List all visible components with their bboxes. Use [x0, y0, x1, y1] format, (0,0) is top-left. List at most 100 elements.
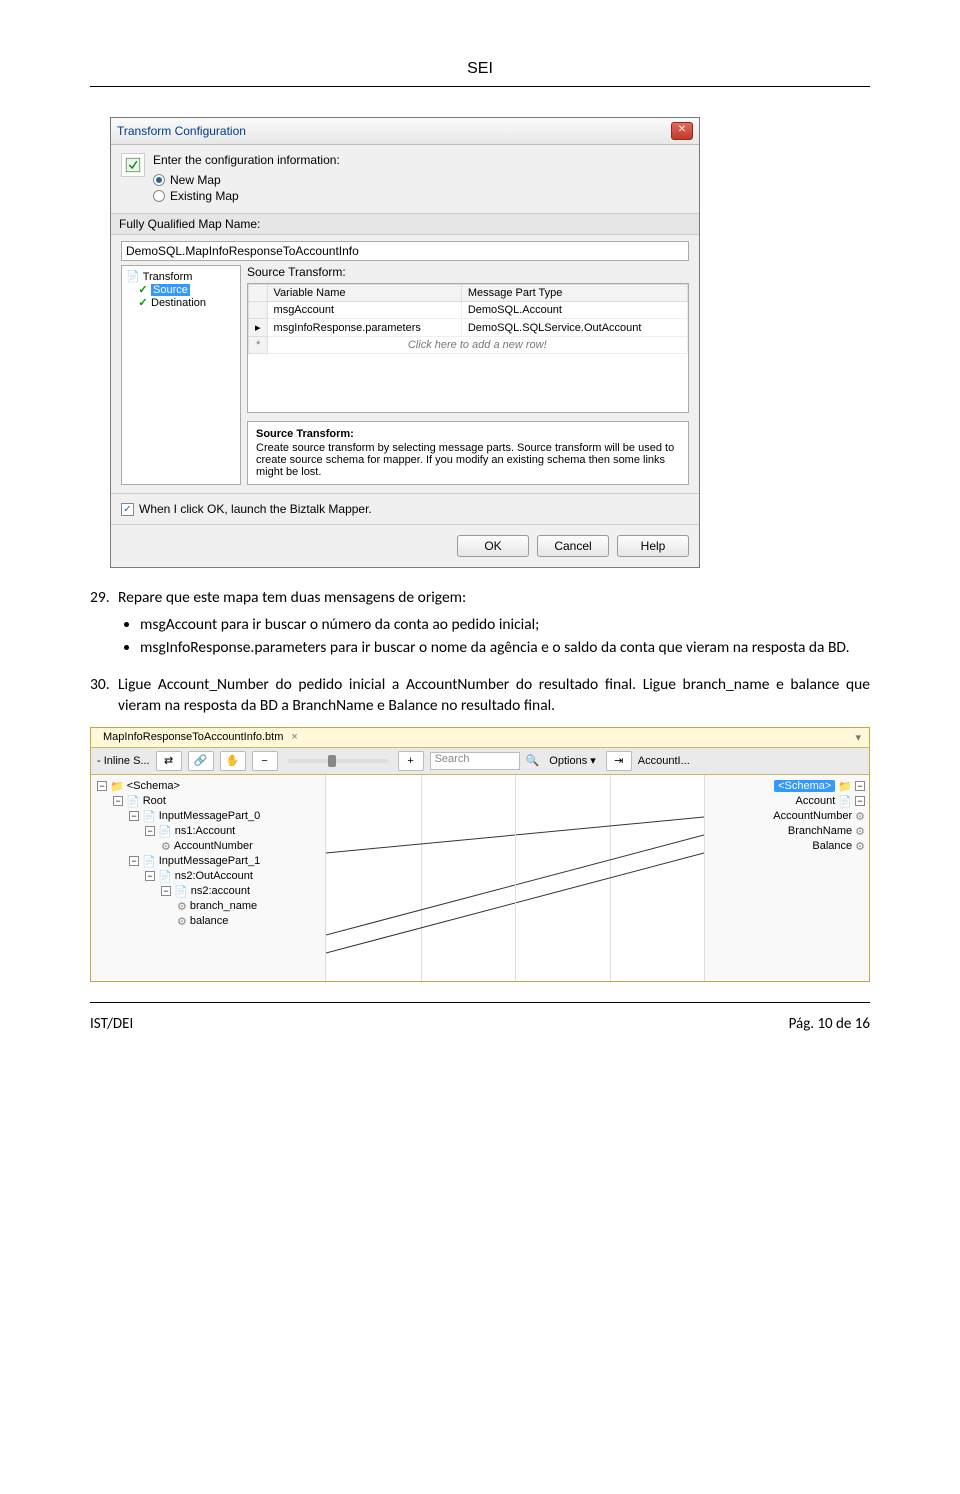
- attr-icon: ⚙: [161, 840, 171, 853]
- inline-label: - Inline S...: [97, 755, 150, 767]
- checkbox-label: When I click OK, launch the Biztalk Mapp…: [139, 502, 372, 516]
- source-transform-description: Source Transform: Create source transfor…: [247, 421, 689, 485]
- item-29-text: Repare que este mapa tem duas mensagens …: [118, 588, 466, 609]
- checkbox-icon: ✓: [121, 503, 134, 516]
- branchname-node[interactable]: branch_name: [190, 900, 257, 912]
- dialog-titlebar: Transform Configuration ✕: [111, 118, 699, 145]
- check-icon: ✓: [138, 296, 148, 309]
- search-icon[interactable]: 🔍: [526, 754, 540, 767]
- transform-icon: [121, 153, 145, 177]
- dropdown-icon[interactable]: ▾: [855, 731, 861, 744]
- balance-node[interactable]: Balance: [812, 840, 852, 852]
- doc-icon: 📄: [142, 855, 156, 868]
- transform-tree[interactable]: 📄Transform ✓Source ✓Destination: [121, 265, 241, 485]
- ns2outaccount-node: ns2:OutAccount: [175, 870, 253, 882]
- schema-node: <Schema>: [127, 780, 180, 792]
- desc-text: Create source transform by selecting mes…: [256, 442, 674, 478]
- doc-icon: 📄: [158, 825, 172, 838]
- help-button[interactable]: Help: [617, 535, 689, 557]
- balance-node[interactable]: balance: [190, 915, 229, 927]
- dialog-instruction: Enter the configuration information:: [153, 153, 689, 167]
- col-variable-name: Variable Name: [267, 285, 461, 302]
- radio-icon: [153, 174, 165, 186]
- source-transform-label: Source Transform:: [247, 265, 689, 279]
- search-input[interactable]: Search: [430, 752, 520, 770]
- grid-row[interactable]: ▸ msgInfoResponse.parameters DemoSQL.SQL…: [249, 319, 688, 337]
- doc-icon: 📄: [158, 870, 172, 883]
- item-30-number: 30.: [90, 675, 118, 717]
- cell-var: msgAccount: [267, 302, 461, 319]
- cell-type: DemoSQL.Account: [461, 302, 687, 319]
- ok-button[interactable]: OK: [457, 535, 529, 557]
- folder-icon: 📁: [838, 780, 852, 793]
- radio-new-map[interactable]: New Map: [153, 173, 689, 187]
- footer-right: Pág. 10 de 16: [789, 1015, 870, 1033]
- toolbar-link-button[interactable]: 🔗: [188, 751, 214, 771]
- doc-icon: 📄: [174, 885, 188, 898]
- attr-icon: ⚙: [855, 825, 865, 838]
- close-button[interactable]: ✕: [671, 122, 693, 140]
- source-schema-tree[interactable]: −📁<Schema> −📄Root −📄InputMessagePart_0 −…: [91, 775, 326, 981]
- toolbar-hand-button[interactable]: ✋: [220, 751, 246, 771]
- radio-icon: [153, 190, 165, 202]
- bullet-2: msgInfoResponse.parameters para ir busca…: [140, 638, 870, 659]
- page-header-title: SEI: [90, 60, 870, 78]
- tree-root: Transform: [143, 271, 193, 283]
- cell-type: DemoSQL.SQLService.OutAccount: [461, 319, 687, 337]
- cell-var: msgInfoResponse.parameters: [267, 319, 461, 337]
- tree-destination[interactable]: Destination: [151, 297, 206, 309]
- accountnumber-node[interactable]: AccountNumber: [773, 810, 852, 822]
- zoom-in-button[interactable]: +: [398, 751, 424, 771]
- map-name-input[interactable]: DemoSQL.MapInfoResponseToAccountInfo: [121, 241, 689, 261]
- attr-icon: ⚙: [855, 810, 865, 823]
- branchname-node[interactable]: BranchName: [788, 825, 852, 837]
- toolbar-button[interactable]: ⇥: [606, 751, 632, 771]
- root-node: Root: [143, 795, 166, 807]
- account-node: Account: [796, 795, 836, 807]
- folder-icon: 📁: [110, 780, 124, 793]
- footer-rule: [90, 1002, 870, 1003]
- schema-node: <Schema>: [774, 780, 835, 792]
- ns2account-node: ns2:account: [191, 885, 250, 897]
- radio-existing-map[interactable]: Existing Map: [153, 189, 689, 203]
- mapper-tab-name[interactable]: MapInfoResponseToAccountInfo.btm: [99, 731, 287, 743]
- tree-source[interactable]: Source: [151, 284, 190, 296]
- doc-icon: 📄: [838, 795, 852, 808]
- cancel-button[interactable]: Cancel: [537, 535, 609, 557]
- mapper-tab-bar: MapInfoResponseToAccountInfo.btm × ▾: [91, 728, 869, 748]
- doc-icon: 📄: [142, 810, 156, 823]
- desc-title: Source Transform:: [256, 428, 680, 440]
- biztalk-mapper: MapInfoResponseToAccountInfo.btm × ▾ - I…: [90, 727, 870, 982]
- new-row-hint: Click here to add a new row!: [267, 337, 687, 354]
- mapper-toolbar: - Inline S... ⇄ 🔗 ✋ − + Search 🔍 Options…: [91, 748, 869, 775]
- dialog-title: Transform Configuration: [117, 124, 671, 138]
- destination-schema-tree[interactable]: <Schema>📁− Account📄− AccountNumber⚙ Bran…: [704, 775, 869, 981]
- bullet-1: msgAccount para ir buscar o número da co…: [140, 615, 870, 636]
- radio-label: New Map: [170, 173, 221, 187]
- item-29-number: 29.: [90, 588, 118, 609]
- grid-row[interactable]: msgAccount DemoSQL.Account: [249, 302, 688, 319]
- imp0-node: InputMessagePart_0: [159, 810, 261, 822]
- doc-icon: 📄: [126, 795, 140, 808]
- zoom-slider[interactable]: [288, 759, 388, 763]
- header-rule: [90, 86, 870, 87]
- col-message-part-type: Message Part Type: [461, 285, 687, 302]
- check-icon: ✓: [138, 283, 148, 296]
- imp1-node: InputMessagePart_1: [159, 855, 261, 867]
- transform-node-icon: 📄: [126, 270, 140, 283]
- ns1account-node: ns1:Account: [175, 825, 236, 837]
- attr-icon: ⚙: [855, 840, 865, 853]
- mapper-canvas[interactable]: [326, 775, 704, 981]
- source-transform-grid[interactable]: Variable Name Message Part Type msgAccou…: [247, 283, 689, 413]
- footer-left: IST/DEI: [90, 1015, 133, 1033]
- options-dropdown[interactable]: Options ▾: [545, 754, 600, 767]
- launch-mapper-checkbox[interactable]: ✓ When I click OK, launch the Biztalk Ma…: [111, 493, 699, 525]
- map-name-label: Fully Qualified Map Name:: [111, 213, 699, 235]
- toolbar-button[interactable]: ⇄: [156, 751, 182, 771]
- accountnumber-node[interactable]: AccountNumber: [174, 840, 253, 852]
- close-tab-icon[interactable]: ×: [291, 731, 297, 743]
- grid-new-row[interactable]: * Click here to add a new row!: [249, 337, 688, 354]
- attr-icon: ⚙: [177, 915, 187, 928]
- attr-icon: ⚙: [177, 900, 187, 913]
- zoom-out-button[interactable]: −: [252, 751, 278, 771]
